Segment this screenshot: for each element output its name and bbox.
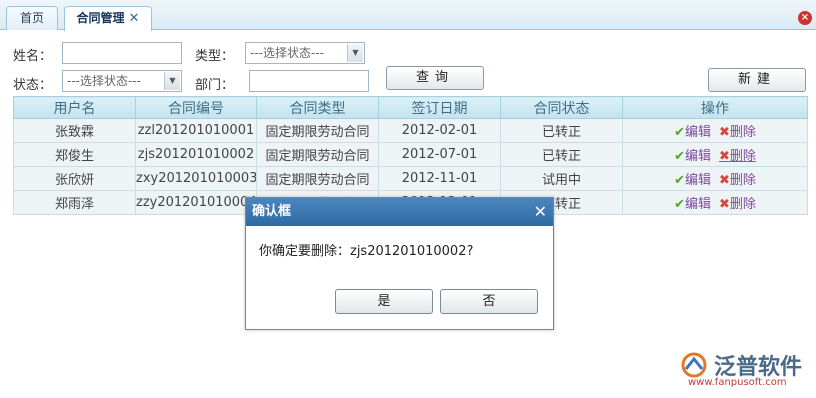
delete-link[interactable]: ✖删除	[719, 173, 756, 188]
header-type: 合同类型	[256, 96, 379, 119]
query-button[interactable]: 查询	[386, 66, 484, 90]
status-select-value: ---选择状态---	[67, 74, 141, 88]
chevron-down-icon: ▼	[347, 44, 363, 62]
check-icon: ✔	[674, 197, 685, 212]
dialog-message: 你确定要删除：zjs201201010002?	[259, 244, 474, 259]
tab-bar: 首页 合同管理 ✕ ×	[0, 0, 816, 31]
cell-actions: ✔编辑 ✖删除	[622, 142, 808, 167]
cell-user: 张欣妍	[13, 166, 136, 191]
confirm-no-button[interactable]: 否	[440, 289, 538, 314]
cell-status: 试用中	[500, 166, 623, 191]
header-actions: 操作	[622, 96, 808, 119]
brand-mark-icon	[681, 352, 707, 378]
cell-type: 固定期限劳动合同	[256, 142, 379, 167]
cell-type: 固定期限劳动合同	[256, 118, 379, 143]
confirm-dialog: 确认框 ✕ 你确定要删除：zjs201201010002? 是 否	[245, 197, 554, 330]
edit-label: 编辑	[684, 197, 711, 212]
delete-label: 删除	[729, 197, 756, 212]
brand-logo: 泛普软件 www.fanpusoft.com	[681, 351, 806, 391]
cell-actions: ✔编辑 ✖删除	[622, 118, 808, 143]
name-label: 姓名：	[13, 49, 53, 64]
cell-status: 已转正	[500, 142, 623, 167]
header-code: 合同编号	[135, 96, 257, 119]
delete-link[interactable]: ✖删除	[719, 149, 756, 164]
dialog-titlebar[interactable]: 确认框 ✕	[246, 198, 553, 226]
edit-link[interactable]: ✔编辑	[674, 173, 711, 188]
cell-code: zxy201201010003	[135, 166, 257, 191]
cell-actions: ✔编辑 ✖删除	[622, 190, 808, 215]
delete-label: 删除	[729, 125, 756, 140]
status-select[interactable]: ---选择状态--- ▼	[62, 70, 182, 92]
table-header-row: 用户名 合同编号 合同类型 签订日期 合同状态 操作	[13, 96, 808, 119]
type-select-value: ---选择状态---	[250, 46, 324, 60]
header-date: 签订日期	[378, 96, 501, 119]
dialog-close-icon[interactable]: ✕	[534, 198, 547, 226]
cell-code: zjs201201010002	[135, 142, 257, 167]
check-icon: ✔	[674, 125, 685, 140]
dept-input[interactable]	[249, 70, 369, 92]
cell-code: zzy201201010004	[135, 190, 257, 215]
tab-contract-management[interactable]: 合同管理 ✕	[64, 6, 152, 31]
cell-user: 郑雨泽	[13, 190, 136, 215]
type-select[interactable]: ---选择状态--- ▼	[245, 42, 365, 64]
header-user: 用户名	[13, 96, 136, 119]
panel-close-icon[interactable]: ×	[798, 11, 812, 25]
tab-home-label: 首页	[19, 11, 44, 25]
edit-label: 编辑	[684, 125, 711, 140]
delete-label: 删除	[729, 149, 756, 164]
cell-actions: ✔编辑 ✖删除	[622, 166, 808, 191]
table-row: 张致霖 zzl201201010001 固定期限劳动合同 2012-02-01 …	[13, 118, 808, 143]
cell-status: 已转正	[500, 118, 623, 143]
tab-home[interactable]: 首页	[6, 6, 58, 30]
edit-label: 编辑	[684, 149, 711, 164]
edit-label: 编辑	[684, 173, 711, 188]
edit-link[interactable]: ✔编辑	[674, 125, 711, 140]
delete-link[interactable]: ✖删除	[719, 125, 756, 140]
header-status: 合同状态	[500, 96, 623, 119]
cell-date: 2012-02-01	[378, 118, 501, 143]
tab-close-icon[interactable]: ✕	[129, 11, 140, 26]
tab-contract-label: 合同管理	[76, 11, 125, 25]
delete-label: 删除	[729, 173, 756, 188]
status-label: 状态：	[13, 78, 53, 93]
type-label: 类型：	[195, 49, 235, 64]
dialog-title: 确认框	[252, 204, 292, 219]
edit-link[interactable]: ✔编辑	[674, 149, 711, 164]
table-row: 郑俊生 zjs201201010002 固定期限劳动合同 2012-07-01 …	[13, 142, 808, 167]
name-input[interactable]	[62, 42, 182, 64]
chevron-down-icon: ▼	[164, 72, 180, 90]
brand-url: www.fanpusoft.com	[688, 377, 787, 388]
cell-date: 2012-11-01	[378, 166, 501, 191]
confirm-yes-button[interactable]: 是	[335, 289, 433, 314]
cell-user: 张致霖	[13, 118, 136, 143]
dept-label: 部门：	[195, 78, 235, 93]
delete-link[interactable]: ✖删除	[719, 197, 756, 212]
new-button[interactable]: 新建	[708, 68, 806, 92]
cell-type: 固定期限劳动合同	[256, 166, 379, 191]
check-icon: ✔	[674, 149, 685, 164]
check-icon: ✔	[674, 173, 685, 188]
edit-link[interactable]: ✔编辑	[674, 197, 711, 212]
cell-code: zzl201201010001	[135, 118, 257, 143]
cell-date: 2012-07-01	[378, 142, 501, 167]
table-row: 张欣妍 zxy201201010003 固定期限劳动合同 2012-11-01 …	[13, 166, 808, 191]
cell-user: 郑俊生	[13, 142, 136, 167]
